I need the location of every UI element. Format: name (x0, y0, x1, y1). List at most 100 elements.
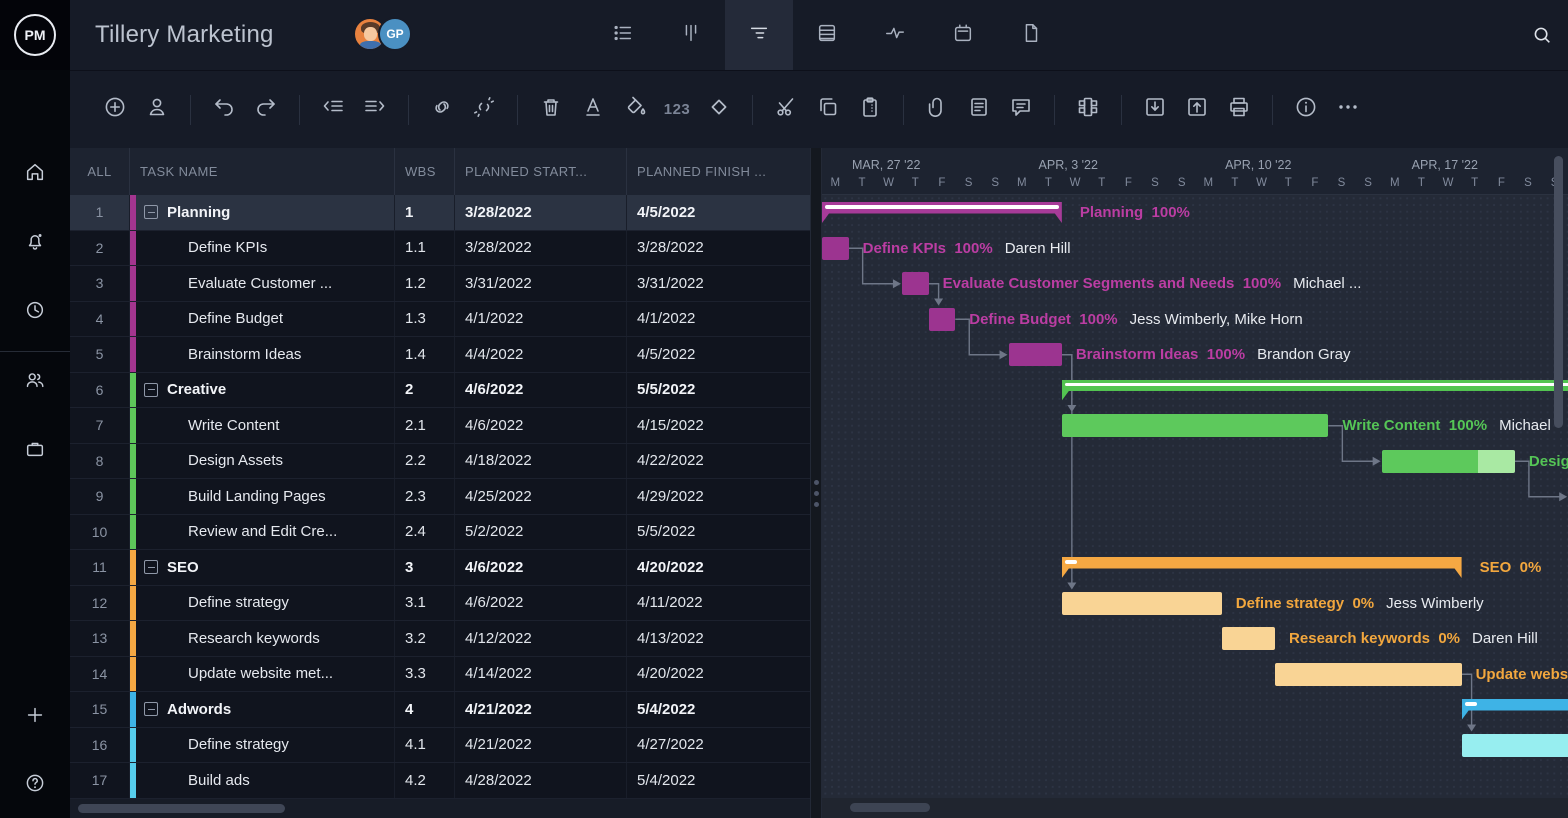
tab-workload[interactable] (861, 0, 929, 70)
unlink-tasks-button[interactable] (469, 95, 499, 125)
export-button[interactable] (1182, 95, 1212, 125)
table-row-12[interactable]: 12Define strategy3.14/6/20224/11/2022 (70, 586, 810, 622)
task-name-cell[interactable]: Update website met... (136, 657, 395, 692)
sidebar-help-button[interactable] (0, 763, 70, 807)
wbs-cell[interactable]: 1.3 (395, 302, 455, 337)
pm-logo[interactable]: PM (0, 0, 70, 70)
summary-bar-row-11[interactable] (1062, 557, 1462, 578)
table-row-13[interactable]: 13Research keywords3.24/12/20224/13/2022 (70, 621, 810, 657)
milestone-button[interactable] (704, 95, 734, 125)
task-bar-row-12[interactable] (1062, 592, 1222, 615)
sidebar-recent-button[interactable] (0, 290, 70, 334)
task-bar-row-14[interactable] (1275, 663, 1462, 686)
wbs-cell[interactable]: 2.3 (395, 479, 455, 514)
collapse-icon[interactable] (144, 702, 158, 716)
task-bar-row-16[interactable] (1462, 734, 1568, 757)
task-name-cell[interactable]: Planning (136, 195, 395, 230)
assign-user-button[interactable] (142, 95, 172, 125)
sidebar-add-button[interactable] (0, 695, 70, 739)
planned-start-cell[interactable]: 3/28/2022 (455, 195, 627, 230)
planned-start-cell[interactable]: 4/6/2022 (455, 550, 627, 585)
planned-finish-cell[interactable]: 4/5/2022 (627, 337, 810, 372)
wbs-cell[interactable]: 3.3 (395, 657, 455, 692)
select-all-header[interactable]: ALL (70, 148, 130, 195)
table-row-2[interactable]: 2Define KPIs1.13/28/20223/28/2022 (70, 231, 810, 267)
table-row-5[interactable]: 5Brainstorm Ideas1.44/4/20224/5/2022 (70, 337, 810, 373)
task-name-cell[interactable]: Design Assets (136, 444, 395, 479)
task-name-cell[interactable]: Research keywords (136, 621, 395, 656)
undo-button[interactable] (209, 95, 239, 125)
task-bar-row-5[interactable] (1009, 343, 1062, 366)
planned-start-cell[interactable]: 4/6/2022 (455, 373, 627, 408)
number-format-button[interactable]: 123 (662, 95, 692, 125)
columns-button[interactable] (1073, 95, 1103, 125)
wbs-cell[interactable]: 1.4 (395, 337, 455, 372)
planned-start-cell[interactable]: 4/28/2022 (455, 763, 627, 798)
planned-start-cell[interactable]: 4/25/2022 (455, 479, 627, 514)
collapse-icon[interactable] (144, 205, 158, 219)
planned-finish-cell[interactable]: 4/20/2022 (627, 657, 810, 692)
task-name-cell[interactable]: Define strategy (136, 728, 395, 763)
tab-documents[interactable] (997, 0, 1065, 70)
wbs-cell[interactable]: 3.2 (395, 621, 455, 656)
planned-finish-cell[interactable]: 5/4/2022 (627, 763, 810, 798)
planned-finish-cell[interactable]: 4/5/2022 (627, 195, 810, 230)
info-button[interactable] (1291, 95, 1321, 125)
wbs-cell[interactable]: 4.1 (395, 728, 455, 763)
redo-button[interactable] (251, 95, 281, 125)
task-bar-row-4[interactable] (929, 308, 956, 331)
column-wbs[interactable]: WBS (395, 148, 455, 195)
tab-task-list[interactable] (589, 0, 657, 70)
planned-start-cell[interactable]: 4/14/2022 (455, 657, 627, 692)
table-row-1[interactable]: 1Planning13/28/20224/5/2022 (70, 195, 810, 231)
task-name-cell[interactable]: Brainstorm Ideas (136, 337, 395, 372)
planned-start-cell[interactable]: 4/21/2022 (455, 728, 627, 763)
planned-start-cell[interactable]: 4/6/2022 (455, 586, 627, 621)
wbs-cell[interactable]: 1.2 (395, 266, 455, 301)
task-bar-row-8[interactable] (1382, 450, 1515, 473)
task-name-cell[interactable]: Build ads (136, 763, 395, 798)
task-name-cell[interactable]: Build Landing Pages (136, 479, 395, 514)
add-task-button[interactable] (100, 95, 130, 125)
tab-gantt[interactable] (725, 0, 793, 70)
planned-finish-cell[interactable]: 4/22/2022 (627, 444, 810, 479)
wbs-cell[interactable]: 2 (395, 373, 455, 408)
planned-finish-cell[interactable]: 4/27/2022 (627, 728, 810, 763)
wbs-cell[interactable]: 1 (395, 195, 455, 230)
table-row-7[interactable]: 7Write Content2.14/6/20224/15/2022 (70, 408, 810, 444)
planned-start-cell[interactable]: 5/2/2022 (455, 515, 627, 550)
planned-start-cell[interactable]: 4/12/2022 (455, 621, 627, 656)
wbs-cell[interactable]: 4.2 (395, 763, 455, 798)
planned-start-cell[interactable]: 4/21/2022 (455, 692, 627, 727)
wbs-cell[interactable]: 2.1 (395, 408, 455, 443)
task-bar-row-3[interactable] (902, 272, 929, 295)
table-row-9[interactable]: 9Build Landing Pages2.34/25/20224/29/202… (70, 479, 810, 515)
table-row-16[interactable]: 16Define strategy4.14/21/20224/27/2022 (70, 728, 810, 764)
indent-button[interactable] (360, 95, 390, 125)
task-name-cell[interactable]: Define KPIs (136, 231, 395, 266)
sidebar-team-button[interactable] (0, 360, 70, 404)
task-name-cell[interactable]: SEO (136, 550, 395, 585)
copy-button[interactable] (813, 95, 843, 125)
column-task-name[interactable]: TASK NAME (130, 148, 395, 195)
tab-sheet[interactable] (793, 0, 861, 70)
planned-finish-cell[interactable]: 4/15/2022 (627, 408, 810, 443)
table-row-10[interactable]: 10Review and Edit Cre...2.45/2/20225/5/2… (70, 515, 810, 551)
planned-start-cell[interactable]: 3/31/2022 (455, 266, 627, 301)
summary-bar-row-1[interactable] (822, 202, 1062, 223)
collapse-icon[interactable] (144, 560, 158, 574)
collapse-icon[interactable] (144, 383, 158, 397)
wbs-cell[interactable]: 3 (395, 550, 455, 585)
delete-button[interactable] (536, 95, 566, 125)
sidebar-notifications-button[interactable] (0, 221, 70, 265)
gantt-vscrollbar-thumb[interactable] (1554, 156, 1563, 428)
table-row-15[interactable]: 15Adwords44/21/20225/4/2022 (70, 692, 810, 728)
column-planned-finish[interactable]: PLANNED FINISH ... (627, 148, 810, 195)
task-name-cell[interactable]: Creative (136, 373, 395, 408)
sidebar-home-button[interactable] (0, 152, 70, 196)
paste-button[interactable] (855, 95, 885, 125)
table-row-14[interactable]: 14Update website met...3.34/14/20224/20/… (70, 657, 810, 693)
table-row-11[interactable]: 11SEO34/6/20224/20/2022 (70, 550, 810, 586)
planned-finish-cell[interactable]: 3/31/2022 (627, 266, 810, 301)
tab-calendar[interactable] (929, 0, 997, 70)
